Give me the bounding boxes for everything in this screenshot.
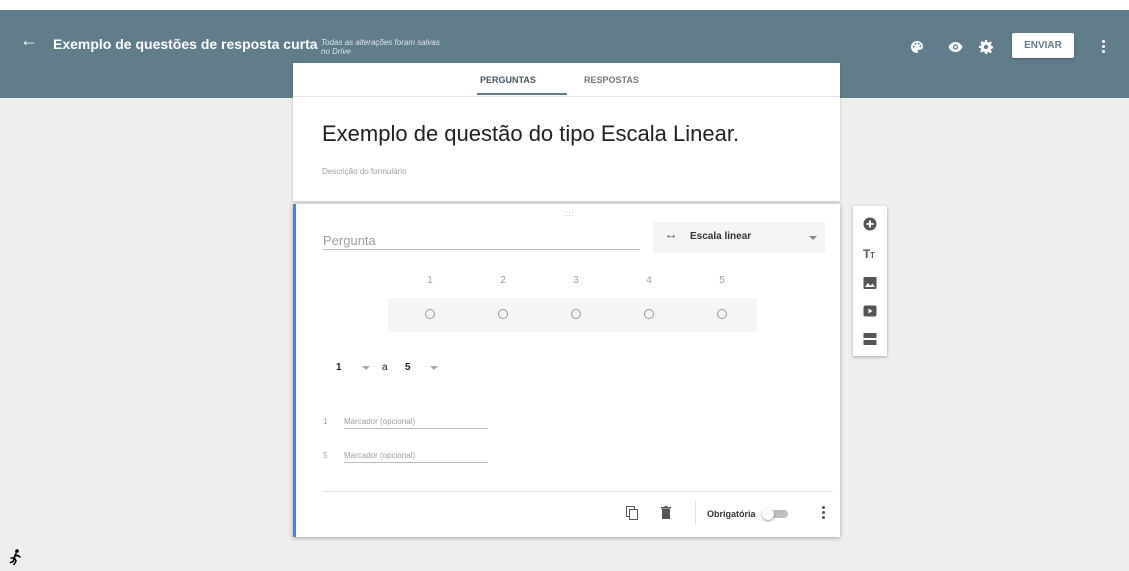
required-label: Obrigatória	[707, 509, 756, 519]
form-title[interactable]: Exemplo de questão do tipo Escala Linear…	[322, 121, 739, 147]
scale-number: 5	[719, 275, 725, 286]
label-max-number: 5	[323, 451, 328, 460]
tab-respostas[interactable]: RESPOSTAS	[584, 75, 639, 85]
range-word: a	[382, 362, 388, 373]
question-type-select[interactable]: •–• Escala linear	[653, 222, 825, 253]
scale-number: 3	[573, 275, 579, 286]
question-type-label: Escala linear	[690, 231, 752, 242]
eye-icon[interactable]	[948, 40, 963, 58]
label-min-number: 1	[323, 417, 328, 426]
label-min-input[interactable]	[344, 414, 488, 429]
save-status: Todas as alterações foram salvas no Driv…	[321, 38, 440, 56]
svg-text:T: T	[870, 251, 875, 260]
form-header-card: PERGUNTAS RESPOSTAS Exemplo de questão d…	[293, 63, 840, 201]
document-title[interactable]: Exemplo de questões de resposta curta	[53, 36, 318, 52]
tab-perguntas[interactable]: PERGUNTAS	[480, 75, 536, 85]
scale-number: 2	[500, 275, 506, 286]
more-vert-icon[interactable]	[822, 506, 825, 521]
required-toggle[interactable]	[762, 508, 788, 520]
scale-radio[interactable]	[498, 309, 508, 319]
range-to-select[interactable]: 5	[405, 362, 411, 373]
copy-icon[interactable]	[626, 506, 639, 520]
trash-icon[interactable]	[661, 506, 671, 519]
top-strip	[0, 0, 1129, 10]
footer-vertical-divider	[695, 501, 696, 525]
add-question-icon[interactable]	[863, 217, 877, 231]
footer-divider	[323, 491, 833, 492]
active-tab-indicator	[477, 93, 567, 95]
section-icon[interactable]	[863, 332, 877, 346]
range-from-select[interactable]: 1	[336, 362, 342, 373]
scale-number: 1	[427, 275, 433, 286]
palette-icon[interactable]	[910, 40, 924, 59]
scale-radio[interactable]	[644, 309, 654, 319]
tabs-divider	[293, 96, 840, 97]
side-toolbar: TT	[853, 206, 887, 356]
linear-scale-icon: •–•	[667, 232, 675, 241]
scale-radio[interactable]	[571, 309, 581, 319]
scale-radio[interactable]	[425, 309, 435, 319]
question-card: ::: •–• Escala linear 1 2 3 4 5 1 a 5 1 …	[293, 204, 840, 537]
accessibility-walker-icon[interactable]	[9, 549, 23, 568]
send-button[interactable]: ENVIAR	[1012, 33, 1074, 58]
chevron-down-icon[interactable]	[362, 366, 370, 370]
drag-handle-icon[interactable]: :::	[565, 209, 575, 218]
label-max-input[interactable]	[344, 448, 488, 463]
chevron-down-icon[interactable]	[430, 366, 438, 370]
more-vert-icon[interactable]	[1102, 40, 1105, 55]
scale-radio-row	[388, 298, 757, 332]
image-icon[interactable]	[863, 276, 877, 290]
title-text-icon[interactable]: TT	[863, 246, 877, 261]
video-icon[interactable]	[863, 304, 877, 318]
scale-number: 4	[646, 275, 652, 286]
chevron-down-icon	[809, 236, 817, 240]
scale-radio[interactable]	[717, 309, 727, 319]
gear-icon[interactable]	[979, 40, 994, 59]
arrow-left-icon[interactable]: ←	[20, 31, 38, 49]
form-description[interactable]: Descrição do formulário	[322, 167, 406, 176]
question-input[interactable]	[323, 231, 640, 250]
